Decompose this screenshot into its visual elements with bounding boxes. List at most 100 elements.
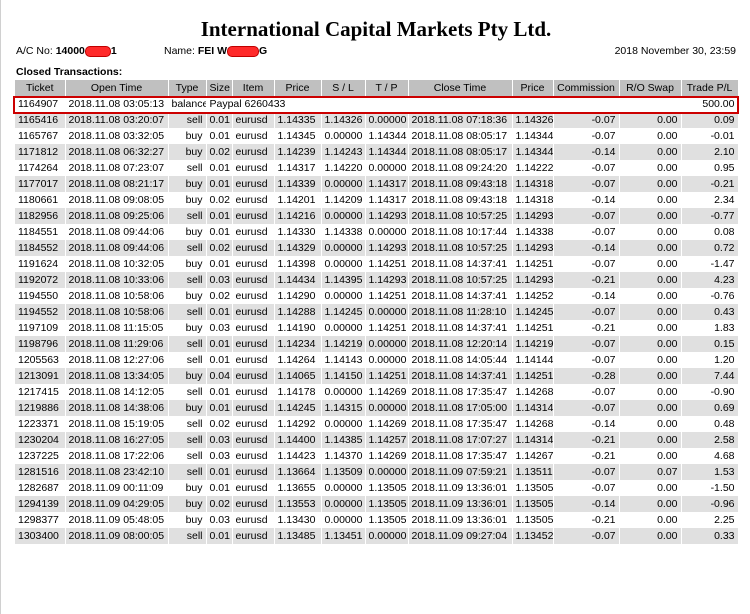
- close-time-cell: 2018.11.08 14:37:41: [408, 288, 513, 304]
- commission-cell: -0.07: [553, 128, 620, 144]
- column-header[interactable]: Size: [206, 80, 233, 96]
- table-row[interactable]: 1213091 2018.11.08 13:34:05 buy 0.04 eurusd 1…: [15, 368, 739, 384]
- item-cell: eurusd: [232, 480, 275, 496]
- trade-pl-cell: -0.77: [681, 208, 739, 224]
- type-cell: sell: [168, 304, 207, 320]
- open-price-cell: 1.14400: [274, 432, 322, 448]
- table-row[interactable]: 1294139 2018.11.09 04:29:05 buy 0.02 eurusd 1…: [15, 496, 739, 512]
- trade-pl-cell: -0.90: [681, 384, 739, 400]
- table-row[interactable]: 1219886 2018.11.08 14:38:06 buy 0.01 eurusd 1…: [15, 400, 739, 416]
- column-header[interactable]: S / L: [321, 80, 366, 96]
- table-row[interactable]: 1198796 2018.11.08 11:29:06 sell 0.01 eurusd…: [15, 336, 739, 352]
- swap-cell: 0.00: [619, 224, 682, 240]
- table-row[interactable]: 1182956 2018.11.08 09:25:06 sell 0.01 eurusd…: [15, 208, 739, 224]
- column-header[interactable]: Close Time: [408, 80, 513, 96]
- size-cell: 0.03: [206, 272, 233, 288]
- column-header[interactable]: Price: [512, 80, 554, 96]
- take-profit-cell: 1.14269: [365, 384, 409, 400]
- commission-cell: -0.07: [553, 160, 620, 176]
- close-time-cell: 2018.11.09 09:27:04: [408, 528, 513, 544]
- item-cell: eurusd: [232, 128, 275, 144]
- close-time-cell: 2018.11.08 10:57:25: [408, 208, 513, 224]
- take-profit-cell: 0.00000: [365, 400, 409, 416]
- close-time-cell: 2018.11.08 14:37:41: [408, 256, 513, 272]
- close-time-cell: 2018.11.08 09:43:18: [408, 176, 513, 192]
- table-row[interactable]: 1174264 2018.11.08 07:23:07 sell 0.01 eurusd…: [15, 160, 739, 176]
- type-cell: sell: [168, 272, 207, 288]
- item-cell: eurusd: [232, 496, 275, 512]
- ticket-cell: 1294139: [15, 496, 66, 512]
- open-time-cell: 2018.11.08 09:44:06: [65, 224, 169, 240]
- type-cell: buy: [168, 512, 207, 528]
- close-price-cell: 1.14267: [512, 448, 554, 464]
- take-profit-cell: 0.00000: [365, 336, 409, 352]
- table-row[interactable]: 1180661 2018.11.08 09:08:05 buy 0.02 eurusd 1…: [15, 192, 739, 208]
- table-row[interactable]: 1194552 2018.11.08 10:58:06 sell 0.01 eurusd…: [15, 304, 739, 320]
- item-cell: eurusd: [232, 240, 275, 256]
- table-row[interactable]: 1165767 2018.11.08 03:32:05 buy 0.01 eurusd 1…: [15, 128, 739, 144]
- table-row[interactable]: 1184551 2018.11.08 09:44:06 buy 0.01 eurusd 1…: [15, 224, 739, 240]
- size-cell: 0.02: [206, 240, 233, 256]
- column-header[interactable]: Commission: [553, 80, 620, 96]
- table-row[interactable]: 1281516 2018.11.08 23:42:10 sell 0.01 eurusd…: [15, 464, 739, 480]
- stop-loss-cell: 1.13451: [321, 528, 366, 544]
- trade-pl-cell: 0.43: [681, 304, 739, 320]
- close-time-cell: 2018.11.08 09:24:20: [408, 160, 513, 176]
- ticket-cell: 1177017: [15, 176, 66, 192]
- open-price-cell: 1.14335: [274, 112, 322, 128]
- table-row[interactable]: 1217415 2018.11.08 14:12:05 sell 0.01 eurusd…: [15, 384, 739, 400]
- column-header[interactable]: Trade P/L: [681, 80, 739, 96]
- table-row[interactable]: 1191624 2018.11.08 10:32:05 buy 0.01 eurusd 1…: [15, 256, 739, 272]
- table-row[interactable]: 1177017 2018.11.08 08:21:17 buy 0.01 eurusd 1…: [15, 176, 739, 192]
- balance-row[interactable]: 1164907 2018.11.08 03:05:13 balance Payp…: [15, 96, 739, 112]
- open-price-cell: 1.14201: [274, 192, 322, 208]
- column-header[interactable]: Open Time: [65, 80, 169, 96]
- item-cell: eurusd: [232, 352, 275, 368]
- table-row[interactable]: 1282687 2018.11.09 00:11:09 buy 0.01 eurusd 1…: [15, 480, 739, 496]
- close-time-cell: 2018.11.09 13:36:01: [408, 512, 513, 528]
- stop-loss-cell: 1.14338: [321, 224, 366, 240]
- size-cell: 0.02: [206, 144, 233, 160]
- table-row[interactable]: 1184552 2018.11.08 09:44:06 sell 0.02 eurusd…: [15, 240, 739, 256]
- table-row[interactable]: 1298377 2018.11.09 05:48:05 buy 0.03 eurusd 1…: [15, 512, 739, 528]
- table-row[interactable]: 1194550 2018.11.08 10:58:06 buy 0.02 eurusd 1…: [15, 288, 739, 304]
- item-cell: eurusd: [232, 416, 275, 432]
- close-time-cell: 2018.11.08 12:20:14: [408, 336, 513, 352]
- commission-cell: -0.07: [553, 400, 620, 416]
- swap-cell: 0.00: [619, 320, 682, 336]
- close-price-cell: 1.14252: [512, 288, 554, 304]
- close-price-cell: 1.14344: [512, 144, 554, 160]
- table-row[interactable]: 1192072 2018.11.08 10:33:06 sell 0.03 eurusd…: [15, 272, 739, 288]
- company-title: International Capital Markets Pty Ltd.: [200, 17, 552, 41]
- swap-cell: 0.00: [619, 432, 682, 448]
- table-row[interactable]: 1223371 2018.11.08 15:19:05 sell 0.02 eurusd…: [15, 416, 739, 432]
- table-row[interactable]: 1237225 2018.11.08 17:22:06 sell 0.03 eurusd…: [15, 448, 739, 464]
- trade-pl-cell: 0.09: [681, 112, 739, 128]
- column-header[interactable]: Price: [274, 80, 322, 96]
- type-cell: sell: [168, 240, 207, 256]
- table-row[interactable]: 1303400 2018.11.09 08:00:05 sell 0.01 eurusd…: [15, 528, 739, 544]
- column-header[interactable]: Ticket: [15, 80, 66, 96]
- column-header[interactable]: R/O Swap: [619, 80, 682, 96]
- table-row[interactable]: 1171812 2018.11.08 06:32:27 buy 0.02 eurusd 1…: [15, 144, 739, 160]
- table-row[interactable]: 1197109 2018.11.08 11:15:05 buy 0.03 eurusd 1…: [15, 320, 739, 336]
- open-price-cell: 1.14234: [274, 336, 322, 352]
- stop-loss-cell: 0.00000: [321, 384, 366, 400]
- swap-cell: 0.00: [619, 400, 682, 416]
- type-cell: sell: [168, 448, 207, 464]
- table-row[interactable]: 1165416 2018.11.08 03:20:07 sell 0.01 eurusd…: [15, 112, 739, 128]
- table-row[interactable]: 1230204 2018.11.08 16:27:05 sell 0.03 eurusd…: [15, 432, 739, 448]
- type-cell: buy: [168, 320, 207, 336]
- table-row[interactable]: 1205563 2018.11.08 12:27:06 sell 0.01 eurusd…: [15, 352, 739, 368]
- column-header[interactable]: Type: [168, 80, 207, 96]
- size-cell: 0.03: [206, 432, 233, 448]
- close-time-cell: 2018.11.08 11:28:10: [408, 304, 513, 320]
- column-header[interactable]: Item: [232, 80, 275, 96]
- close-time-cell: 2018.11.08 17:35:47: [408, 384, 513, 400]
- trade-pl-cell: 0.33: [681, 528, 739, 544]
- ticket-cell: 1197109: [15, 320, 66, 336]
- column-header[interactable]: T / P: [365, 80, 409, 96]
- stop-loss-cell: 1.14219: [321, 336, 366, 352]
- item-cell: eurusd: [232, 448, 275, 464]
- ticket-cell: 1237225: [15, 448, 66, 464]
